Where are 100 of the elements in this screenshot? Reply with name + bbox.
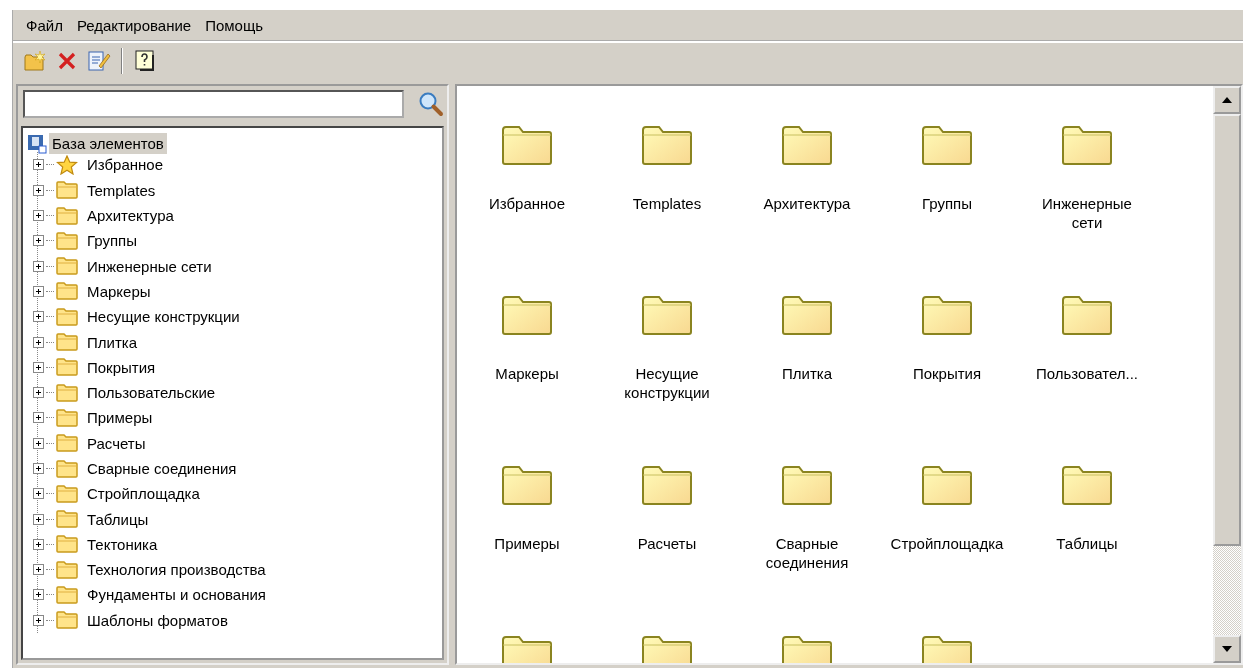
folder-icon[interactable] <box>921 294 973 336</box>
folder-icon <box>56 383 78 402</box>
close-icon <box>56 50 78 72</box>
folder-label[interactable]: Несущие конструкции <box>608 364 726 402</box>
menu-item[interactable]: Файл <box>19 13 70 37</box>
folder-icon <box>56 333 78 351</box>
folder-icon <box>56 206 78 225</box>
folder-icon[interactable] <box>921 464 973 506</box>
folder-label[interactable]: Архитектура <box>748 194 866 213</box>
expand-icon[interactable] <box>33 361 44 373</box>
down-arrow-icon <box>1222 646 1232 652</box>
folder-label[interactable]: Стройплощадка <box>888 534 1006 553</box>
tree-item[interactable]: Технология производства <box>84 559 269 581</box>
tree-item[interactable]: Несущие конструкции <box>84 306 243 328</box>
folder-icon[interactable] <box>781 124 833 166</box>
folder-icon <box>56 358 78 377</box>
tree-item[interactable]: Инженерные сети <box>84 255 215 277</box>
folder-icon[interactable] <box>501 464 553 506</box>
folder-icon <box>56 535 78 554</box>
expand-icon[interactable] <box>33 437 44 449</box>
folder-icon <box>56 611 78 630</box>
tree-item[interactable]: Покрытия <box>84 356 159 378</box>
tree-item[interactable]: База элементов <box>49 133 167 155</box>
folder-icon <box>56 484 78 503</box>
expand-icon[interactable] <box>33 614 44 626</box>
expand-icon[interactable] <box>33 564 44 576</box>
expand-icon[interactable] <box>33 336 44 348</box>
folder-icon <box>56 434 78 453</box>
tree-item[interactable]: Сварные соединения <box>84 458 240 479</box>
scroll-thumb[interactable] <box>1213 114 1241 546</box>
tree-item[interactable]: Фундаменты и основания <box>84 584 269 606</box>
folder-icon[interactable] <box>641 294 693 336</box>
expand-icon[interactable] <box>33 260 44 272</box>
expand-icon[interactable] <box>33 412 44 424</box>
folder-icon[interactable] <box>921 124 973 166</box>
expand-icon[interactable] <box>33 488 44 500</box>
menu-item[interactable]: Редактирование <box>69 13 199 37</box>
folder-label[interactable]: Сварные соединения <box>748 534 866 572</box>
folder-icon <box>56 459 78 478</box>
expand-icon[interactable] <box>33 210 44 222</box>
search-field[interactable] <box>23 90 404 118</box>
tree-item[interactable]: Templates <box>84 179 159 201</box>
scroll-up-button[interactable] <box>1213 86 1241 114</box>
expand-icon[interactable] <box>33 235 44 247</box>
folder-label[interactable]: Избранное <box>468 194 586 213</box>
folder-label[interactable]: Таблицы <box>1028 534 1146 553</box>
expand-icon[interactable] <box>33 311 44 323</box>
folder-label[interactable]: Маркеры <box>468 364 586 383</box>
tree-item[interactable]: Архитектура <box>84 205 177 227</box>
folder-icon[interactable] <box>781 294 833 336</box>
tree-item[interactable]: Маркеры <box>84 280 154 302</box>
expand-icon[interactable] <box>33 285 44 297</box>
folder-label[interactable]: Инженерные сети <box>1028 194 1146 232</box>
folder-icon <box>56 408 78 427</box>
folder-icon <box>56 181 78 200</box>
folder-icon <box>56 586 78 604</box>
expand-icon[interactable] <box>33 513 44 525</box>
tree-item[interactable]: Группы <box>84 230 140 252</box>
folder-icon[interactable] <box>641 464 693 506</box>
folder-icon[interactable] <box>501 124 553 166</box>
folder-icon[interactable] <box>641 124 693 166</box>
folder-icon <box>56 560 78 579</box>
search-icon[interactable] <box>418 91 444 117</box>
star-icon <box>56 154 78 175</box>
scrollbar[interactable] <box>1213 86 1241 663</box>
folder-label[interactable]: Группы <box>888 194 1006 213</box>
folder-label[interactable]: Пользовател... <box>1028 364 1146 383</box>
tree-item[interactable]: Тектоника <box>84 533 161 555</box>
tree-item[interactable]: Таблицы <box>84 508 152 530</box>
new-folder-icon <box>23 50 47 72</box>
menu-item[interactable]: Помощь <box>198 13 271 37</box>
folder-icon[interactable] <box>781 464 833 506</box>
tree-item[interactable]: Расчеты <box>84 432 149 454</box>
folder-icon[interactable] <box>501 294 553 336</box>
folder-icon <box>56 307 78 326</box>
folder-icon[interactable] <box>1061 294 1113 336</box>
tree-item[interactable]: Примеры <box>84 407 156 429</box>
expand-icon[interactable] <box>33 387 44 399</box>
folder-label[interactable]: Покрытия <box>888 364 1006 383</box>
folder-icon <box>56 231 78 250</box>
folder-label[interactable]: Плитка <box>748 364 866 383</box>
folder-label[interactable]: Templates <box>608 194 726 213</box>
scroll-down-button[interactable] <box>1213 635 1241 663</box>
up-arrow-icon <box>1222 97 1232 103</box>
expand-icon[interactable] <box>33 463 44 474</box>
expand-icon[interactable] <box>33 589 44 601</box>
folder-icon[interactable] <box>1061 124 1113 166</box>
tree-item[interactable]: Шаблоны форматов <box>84 609 231 631</box>
tree-item[interactable]: Плитка <box>84 331 141 353</box>
folder-label[interactable]: Примеры <box>468 534 586 553</box>
tree-item[interactable]: Пользовательские <box>84 382 219 404</box>
folder-icon <box>56 257 78 276</box>
expand-icon[interactable] <box>33 184 44 196</box>
help-icon <box>134 49 156 73</box>
tree-item[interactable]: Избранное <box>84 154 167 176</box>
tree-item[interactable]: Стройплощадка <box>84 483 203 505</box>
expand-icon[interactable] <box>33 538 44 550</box>
folder-icon[interactable] <box>1061 464 1113 506</box>
expand-icon[interactable] <box>33 159 44 171</box>
folder-label[interactable]: Расчеты <box>608 534 726 553</box>
